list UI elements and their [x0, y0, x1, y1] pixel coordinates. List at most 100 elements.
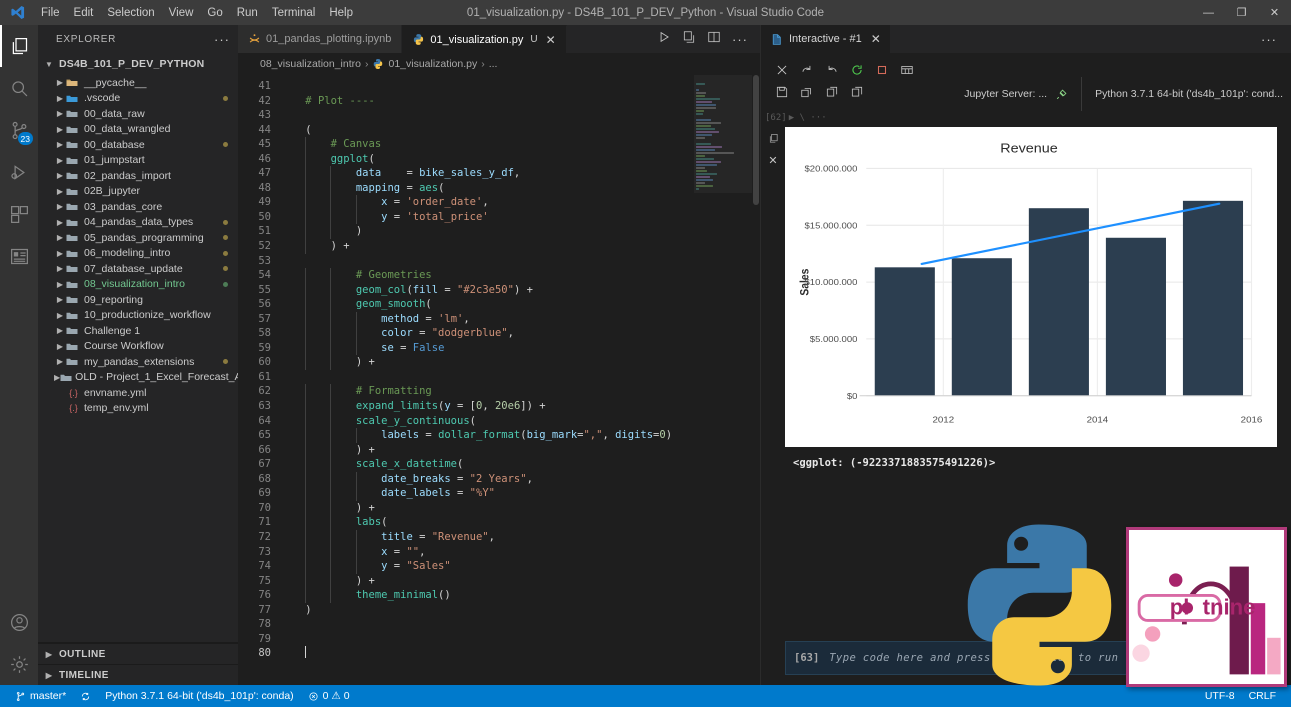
chevron-right-icon[interactable]: ▶	[54, 249, 66, 258]
tree-item-folder[interactable]: ▶OLD - Project_1_Excel_Forecast_Aut...	[38, 370, 238, 386]
tree-item-file[interactable]: {.} envname.yml	[38, 385, 238, 401]
chevron-right-icon[interactable]: ▶	[54, 311, 66, 320]
chevron-right-icon[interactable]: ▶	[54, 357, 66, 366]
save-icon[interactable]	[769, 81, 794, 103]
copy-output-icon[interactable]	[768, 131, 779, 149]
chevron-right-icon[interactable]: ▶	[54, 171, 66, 180]
chevron-right-icon[interactable]: ▶	[54, 202, 66, 211]
breadcrumb-symbol[interactable]: ...	[489, 58, 498, 70]
tree-item-folder[interactable]: ▶ 02_pandas_import	[38, 168, 238, 184]
file-tree[interactable]: ▶ __pycache__ ▶ .vscode ▶ 00_data_raw ▶ 00_data…	[38, 75, 238, 642]
chevron-right-icon[interactable]: ▶	[54, 94, 66, 103]
account-icon[interactable]	[0, 601, 38, 643]
maximize-button[interactable]: ❐	[1225, 0, 1258, 25]
remove-output-icon[interactable]: ✕	[768, 156, 777, 167]
chevron-right-icon[interactable]: ▶	[54, 125, 66, 134]
expand-all-icon[interactable]	[794, 81, 819, 103]
code-editor[interactable]: 41 42 43 44 45 46 47 48 49 50 51 52 53 54 55 56 57 58 59 60…	[238, 75, 760, 685]
menu-selection[interactable]: Selection	[100, 4, 161, 22]
undo-arrow-icon[interactable]	[819, 59, 844, 81]
run-cell-icon[interactable]	[682, 30, 696, 49]
tree-item-folder[interactable]: ▶ 02B_jupyter	[38, 184, 238, 200]
tree-item-folder[interactable]: ▶ Challenge 1	[38, 323, 238, 339]
tree-item-folder[interactable]: ▶ 04_pandas_data_types	[38, 215, 238, 231]
tab-close-icon[interactable]: ✕	[546, 33, 556, 47]
chevron-right-icon[interactable]: ▶	[54, 140, 66, 149]
kernel-selector-label[interactable]: Python 3.7.1 64-bit ('ds4b_101p': cond..…	[1095, 88, 1283, 100]
tree-item-file[interactable]: {.} temp_env.yml	[38, 401, 238, 417]
menu-edit[interactable]: Edit	[67, 4, 101, 22]
chevron-right-icon[interactable]: ▶	[54, 326, 66, 335]
explorer-icon[interactable]	[0, 25, 38, 67]
tree-item-folder[interactable]: ▶ .vscode	[38, 91, 238, 107]
run-debug-icon[interactable]	[0, 151, 38, 193]
tree-item-folder[interactable]: ▶ Course Workflow	[38, 339, 238, 355]
tree-item-folder[interactable]: ▶ 01_jumpstart	[38, 153, 238, 169]
tab-01-pandas-plotting[interactable]: 01_pandas_plotting.ipynb	[238, 25, 403, 53]
tree-item-folder[interactable]: ▶ 06_modeling_intro	[38, 246, 238, 262]
menu-go[interactable]: Go	[200, 4, 229, 22]
menu-file[interactable]: File	[34, 4, 67, 22]
export-icon[interactable]	[819, 81, 844, 103]
tree-item-folder[interactable]: ▶ 10_productionize_workflow	[38, 308, 238, 324]
variables-icon[interactable]	[894, 59, 919, 81]
split-editor-icon[interactable]	[707, 30, 721, 49]
cell-collapse-icon[interactable]: ▶ \ ···	[789, 113, 827, 123]
tree-item-folder[interactable]: ▶ 00_database	[38, 137, 238, 153]
status-sync[interactable]	[73, 685, 98, 707]
window-controls[interactable]: — ❐ ✕	[1192, 0, 1291, 25]
tree-item-folder[interactable]: ▶ 08_visualization_intro	[38, 277, 238, 293]
chevron-right-icon[interactable]: ▶	[54, 187, 66, 196]
menu-bar[interactable]: File Edit Selection View Go Run Terminal…	[34, 4, 360, 22]
outline-section[interactable]: ▶ OUTLINE	[38, 643, 238, 664]
minimize-button[interactable]: —	[1192, 0, 1225, 25]
jupyter-server-label[interactable]: Jupyter Server: ...	[964, 88, 1047, 100]
close-button[interactable]: ✕	[1258, 0, 1291, 25]
chevron-right-icon[interactable]: ▶	[54, 109, 66, 118]
menu-help[interactable]: Help	[322, 4, 360, 22]
chevron-right-icon[interactable]: ▶	[54, 233, 66, 242]
status-encoding[interactable]: UTF-8	[1198, 685, 1242, 707]
sidebar-more-icon[interactable]: ···	[214, 32, 230, 47]
tree-item-folder[interactable]: ▶ 00_data_raw	[38, 106, 238, 122]
code-content[interactable]: # Plot ---- ( # Canvas ggplot( data = bi…	[280, 75, 760, 685]
breadcrumb-folder[interactable]: 08_visualization_intro	[260, 58, 361, 70]
search-icon[interactable]	[0, 67, 38, 109]
redo-arrow-icon[interactable]	[794, 59, 819, 81]
kernel-status[interactable]: Jupyter Server: ... Python 3.7.1 64-bit …	[964, 59, 1283, 111]
chevron-right-icon[interactable]: ▶	[54, 218, 66, 227]
chevron-right-icon[interactable]: ▶	[54, 78, 66, 87]
breadcrumb[interactable]: 08_visualization_intro › 01_visualizatio…	[238, 53, 760, 75]
menu-view[interactable]: View	[162, 4, 201, 22]
minimap[interactable]	[694, 75, 752, 685]
explorer-root-folder[interactable]: ▼ DS4B_101_P_DEV_PYTHON	[38, 53, 238, 75]
tab-interactive-1[interactable]: Interactive - #1 ✕	[761, 25, 890, 53]
source-control-icon[interactable]: 23	[0, 109, 38, 151]
chevron-right-icon[interactable]: ▶	[54, 295, 66, 304]
chevron-right-icon[interactable]: ▶	[54, 342, 66, 351]
interactive-tab-close-icon[interactable]: ✕	[871, 32, 881, 46]
tree-item-folder[interactable]: ▶ 09_reporting	[38, 292, 238, 308]
status-python-interpreter[interactable]: Python 3.7.1 64-bit ('ds4b_101p': conda)	[98, 685, 300, 707]
tree-item-folder[interactable]: ▶ 00_data_wrangled	[38, 122, 238, 138]
status-eol[interactable]: CRLF	[1242, 685, 1283, 707]
jupyter-icon[interactable]	[0, 235, 38, 277]
tree-item-folder[interactable]: ▶ 03_pandas_core	[38, 199, 238, 215]
restart-kernel-icon[interactable]	[844, 59, 869, 81]
more-actions-icon[interactable]: ···	[732, 32, 748, 47]
status-problems[interactable]: 0 ⚠ 0	[301, 685, 357, 707]
extensions-icon[interactable]	[0, 193, 38, 235]
breadcrumb-file[interactable]: 01_visualization.py	[388, 58, 477, 70]
tree-item-folder[interactable]: ▶ 05_pandas_programming	[38, 230, 238, 246]
clear-icon[interactable]	[769, 59, 794, 81]
run-python-file-icon[interactable]	[657, 30, 671, 49]
chevron-right-icon[interactable]: ▶	[54, 280, 66, 289]
status-branch[interactable]: master*	[8, 685, 73, 707]
timeline-section[interactable]: ▶ TIMELINE	[38, 664, 238, 685]
chevron-right-icon[interactable]: ▶	[54, 264, 66, 273]
interactive-more-icon[interactable]: ···	[1247, 25, 1291, 53]
tree-item-folder[interactable]: ▶ my_pandas_extensions	[38, 354, 238, 370]
tree-item-folder[interactable]: ▶ __pycache__	[38, 75, 238, 91]
chevron-right-icon[interactable]: ▶	[54, 156, 66, 165]
export-as-notebook-icon[interactable]	[844, 81, 869, 103]
